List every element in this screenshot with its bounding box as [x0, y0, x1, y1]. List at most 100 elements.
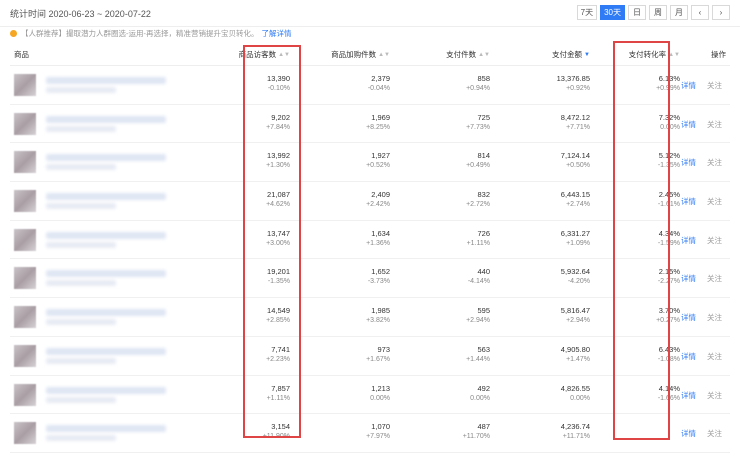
col-paid-items-label: 支付件数: [446, 50, 477, 59]
table-row: 14,549 +2.85% 1,985 +3.82% 595 +2.94% 5,816.47…: [10, 298, 730, 337]
conversion-value: 7.32%: [658, 112, 680, 122]
cell-visitors: 13,747 +3.00%: [266, 229, 290, 249]
cell-cart: 1,927 +0.52%: [366, 151, 390, 171]
cart-change: +0.52%: [366, 162, 390, 170]
cell-visitors: 14,549 +2.85%: [266, 306, 290, 326]
learn-more-link[interactable]: 了解详情: [262, 29, 292, 38]
range-month-button[interactable]: 月: [670, 5, 688, 20]
follow-link[interactable]: 关注: [707, 273, 722, 284]
prev-period-button[interactable]: ‹: [691, 5, 709, 20]
conversion-value: 5.12%: [658, 151, 680, 161]
range-day-button[interactable]: 日: [628, 5, 646, 20]
product-title-blurred[interactable]: [46, 77, 166, 84]
product-thumbnail[interactable]: [14, 190, 36, 213]
product-thumbnail[interactable]: [14, 306, 36, 329]
cell-cart: 2,379 -0.04%: [368, 74, 390, 94]
cart-value: 1,652: [371, 267, 390, 277]
follow-link[interactable]: 关注: [707, 428, 722, 439]
follow-link[interactable]: 关注: [707, 119, 722, 130]
detail-link[interactable]: 详情: [681, 428, 696, 439]
sort-desc-icon: ▼: [584, 52, 590, 58]
follow-link[interactable]: 关注: [707, 312, 722, 323]
conversion-value: 2.45%: [658, 190, 680, 200]
col-paid-items[interactable]: 支付件数 ▲▼: [446, 49, 490, 60]
cell-amount: 4,905.80 +1.47%: [561, 345, 590, 365]
paid-items-change: 0.00%: [470, 394, 490, 402]
follow-link[interactable]: 关注: [707, 80, 722, 91]
paid-items-change: +0.49%: [466, 162, 490, 170]
follow-link[interactable]: 关注: [707, 235, 722, 246]
product-title-blurred[interactable]: [46, 115, 166, 123]
paid-items-value: 595: [477, 306, 490, 316]
col-cart[interactable]: 商品加购件数 ▲▼: [331, 49, 390, 60]
visitors-change: +3.00%: [266, 239, 290, 247]
follow-link[interactable]: 关注: [707, 390, 722, 401]
product-title-blurred[interactable]: [46, 231, 166, 239]
detail-link[interactable]: 详情: [681, 312, 696, 323]
col-paid-amount[interactable]: 支付金额 ▼: [552, 49, 590, 60]
cart-change: +2.42%: [366, 201, 390, 209]
product-title-blurred[interactable]: [46, 425, 166, 433]
conversion-value: 4.14%: [658, 383, 680, 393]
cell-paid-items: 832 +2.72%: [466, 190, 490, 210]
col-conversion[interactable]: 支付转化率 ▲▼: [629, 49, 680, 60]
follow-link[interactable]: 关注: [707, 351, 722, 362]
product-title-blurred[interactable]: [46, 193, 166, 201]
col-visitors[interactable]: 商品访客数 ▲▼: [239, 49, 290, 60]
conversion-change: 0.00%: [660, 123, 680, 131]
product-thumbnail[interactable]: [14, 112, 36, 135]
product-thumbnail[interactable]: [14, 228, 36, 251]
cart-change: +7.97%: [366, 433, 390, 441]
follow-link[interactable]: 关注: [707, 157, 722, 168]
product-title-blurred[interactable]: [46, 270, 166, 278]
amount-change: 0.00%: [570, 394, 590, 402]
product-title-blurred[interactable]: [46, 154, 166, 162]
col-product: 商品: [14, 50, 29, 59]
detail-link[interactable]: 详情: [681, 273, 696, 284]
amount-change: +1.09%: [566, 239, 590, 247]
product-title-blurred[interactable]: [46, 309, 166, 317]
cell-conversion: 2.45% -1.61%: [658, 190, 680, 210]
product-title-blurred[interactable]: [46, 386, 166, 394]
cart-value: 2,379: [371, 74, 390, 83]
amount-value: 13,376.85: [556, 74, 590, 83]
product-thumbnail[interactable]: [14, 151, 36, 174]
product-thumbnail[interactable]: [14, 383, 36, 406]
detail-link[interactable]: 详情: [681, 235, 696, 246]
product-thumbnail[interactable]: [14, 267, 36, 290]
col-visitors-label: 商品访客数: [238, 50, 277, 59]
cell-cart: 2,409 +2.42%: [366, 190, 390, 210]
product-title-blurred[interactable]: [46, 347, 166, 355]
detail-link[interactable]: 详情: [681, 390, 696, 401]
detail-link[interactable]: 详情: [681, 351, 696, 362]
follow-link[interactable]: 关注: [707, 196, 722, 207]
range-week-button[interactable]: 周: [649, 5, 667, 20]
detail-link[interactable]: 详情: [681, 196, 696, 207]
visitors-change: +7.84%: [266, 123, 290, 131]
cell-conversion: 6.13% +0.99%: [656, 74, 680, 94]
notice-icon: [10, 30, 17, 37]
conversion-change: -2.27%: [657, 278, 680, 286]
detail-link[interactable]: 详情: [681, 157, 696, 168]
cart-value: 1,927: [371, 151, 390, 161]
table-row: 19,201 -1.35% 1,652 -3.73% 440 -4.14% 5,932.64…: [10, 259, 730, 299]
paid-items-change: +7.73%: [466, 123, 490, 131]
detail-link[interactable]: 详情: [681, 119, 696, 130]
range-7d-button[interactable]: 7天: [576, 5, 598, 20]
paid-items-change: +0.94%: [466, 85, 490, 92]
product-thumbnail[interactable]: [14, 344, 36, 367]
cell-paid-items: 595 +2.94%: [466, 306, 490, 326]
range-30d-button[interactable]: 30天: [600, 5, 625, 20]
cell-amount: 4,236.74 +11.71%: [561, 422, 590, 442]
product-subtitle-blurred: [46, 125, 116, 132]
cell-visitors: 19,201 -1.35%: [267, 267, 290, 287]
conversion-change: +0.99%: [656, 85, 680, 92]
date-range-selector: 7天 30天 日 周 月 ‹ ›: [576, 5, 730, 20]
table-row: 3,154 +11.90% 1,070 +7.97% 487 +11.70% 4,236.7…: [10, 414, 730, 453]
product-thumbnail[interactable]: [14, 422, 36, 445]
amount-value: 6,443.15: [560, 190, 590, 200]
product-thumbnail[interactable]: [14, 74, 36, 96]
cell-paid-items: 726 +1.11%: [467, 229, 490, 249]
next-period-button[interactable]: ›: [712, 5, 730, 20]
detail-link[interactable]: 详情: [681, 80, 696, 91]
